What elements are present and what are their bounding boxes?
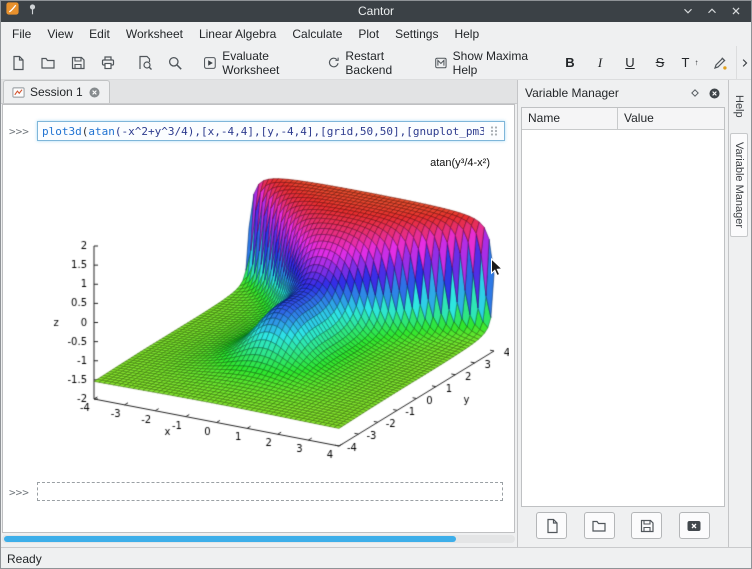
format-paint-button[interactable] bbox=[706, 49, 734, 77]
column-header-name[interactable]: Name bbox=[522, 108, 618, 129]
run-icon bbox=[203, 55, 217, 71]
tab-close-icon[interactable] bbox=[88, 86, 101, 99]
menu-file[interactable]: File bbox=[4, 23, 39, 45]
chevron-right-icon bbox=[739, 57, 751, 69]
variable-table: Name Value bbox=[521, 107, 725, 507]
search-icon bbox=[167, 55, 183, 71]
print-preview-button[interactable] bbox=[131, 49, 159, 77]
load-variables-button[interactable] bbox=[584, 512, 615, 539]
open-button[interactable] bbox=[34, 49, 62, 77]
show-maxima-help-button[interactable]: Show Maxima Help bbox=[429, 49, 547, 77]
menubar: File View Edit Worksheet Linear Algebra … bbox=[0, 22, 752, 46]
command-code[interactable]: plot3d(atan(-x^2+y^3/4),[x,-4,4],[y,-4,4… bbox=[42, 125, 484, 138]
minimize-button[interactable] bbox=[681, 4, 695, 18]
save-button[interactable] bbox=[64, 49, 92, 77]
menu-edit[interactable]: Edit bbox=[81, 23, 118, 45]
restart-icon bbox=[327, 55, 341, 71]
bold-button[interactable]: B bbox=[556, 49, 584, 77]
toolbar: Evaluate Worksheet Restart Backend Show … bbox=[0, 46, 752, 80]
variable-manager-header: Variable Manager bbox=[518, 80, 728, 106]
underline-button[interactable]: U bbox=[616, 49, 644, 77]
superscript-button[interactable]: T↑ bbox=[676, 49, 704, 77]
save-icon bbox=[70, 55, 86, 71]
menu-plot[interactable]: Plot bbox=[350, 23, 387, 45]
side-tab-variable-manager[interactable]: Variable Manager bbox=[730, 133, 748, 237]
side-tab-strip: Help Variable Manager bbox=[728, 80, 752, 547]
pin-icon[interactable] bbox=[26, 2, 39, 21]
menu-help[interactable]: Help bbox=[446, 23, 487, 45]
evaluate-worksheet-label: Evaluate Worksheet bbox=[222, 49, 314, 77]
format-paint-icon bbox=[712, 55, 728, 71]
column-header-value[interactable]: Value bbox=[618, 108, 660, 129]
italic-button[interactable]: I bbox=[586, 49, 614, 77]
restart-backend-label: Restart Backend bbox=[345, 49, 421, 77]
menu-view[interactable]: View bbox=[39, 23, 81, 45]
variable-manager-panel: Variable Manager Name Value bbox=[517, 80, 728, 547]
side-tab-help[interactable]: Help bbox=[730, 86, 748, 127]
variable-manager-toolbar bbox=[518, 512, 728, 540]
new-worksheet-button[interactable] bbox=[4, 49, 32, 77]
save-icon bbox=[639, 518, 655, 534]
show-maxima-help-label: Show Maxima Help bbox=[453, 49, 542, 77]
command-entry[interactable]: plot3d(atan(-x^2+y^3/4),[x,-4,4],[y,-4,4… bbox=[37, 121, 505, 141]
maxima-help-icon bbox=[434, 55, 448, 71]
next-command-prompt: >>> bbox=[9, 486, 29, 499]
clear-icon bbox=[686, 518, 702, 534]
restart-backend-button[interactable]: Restart Backend bbox=[322, 49, 427, 77]
detach-panel-icon[interactable] bbox=[689, 87, 701, 99]
menu-worksheet[interactable]: Worksheet bbox=[118, 23, 191, 45]
mouse-cursor bbox=[490, 258, 504, 283]
folder-icon bbox=[591, 518, 607, 534]
clear-variables-button[interactable] bbox=[679, 512, 710, 539]
save-variables-button[interactable] bbox=[631, 512, 662, 539]
worksheet-pane: Session 1 >>> plot3d(atan(-x^2+y^3/4),[x… bbox=[0, 80, 517, 547]
empty-command-entry[interactable] bbox=[37, 482, 503, 501]
superscript-arrow: ↑ bbox=[694, 58, 698, 67]
close-button[interactable] bbox=[729, 4, 743, 18]
menu-settings[interactable]: Settings bbox=[387, 23, 446, 45]
code-token: plot3d bbox=[42, 125, 82, 138]
new-document-icon bbox=[544, 518, 560, 534]
statusbar: Ready bbox=[0, 547, 752, 569]
code-token: atan bbox=[88, 125, 115, 138]
printer-icon bbox=[100, 55, 116, 71]
command-prompt: >>> bbox=[9, 125, 29, 138]
status-text: Ready bbox=[7, 552, 42, 566]
evaluate-worksheet-button[interactable]: Evaluate Worksheet bbox=[198, 49, 319, 77]
menu-calculate[interactable]: Calculate bbox=[284, 23, 350, 45]
plot-canvas bbox=[39, 149, 509, 481]
code-token: (-x^2+y^3/4),[x,-4,4],[y,-4,4],[grid,50,… bbox=[115, 125, 484, 138]
strikethrough-button[interactable]: S bbox=[646, 49, 674, 77]
new-document-icon bbox=[10, 55, 26, 71]
app-icon[interactable] bbox=[5, 1, 20, 21]
print-preview-icon bbox=[137, 55, 153, 71]
window-title: Cantor bbox=[0, 4, 752, 18]
plot-title: atan(y³/4-x²) bbox=[430, 157, 490, 169]
tab-session-label: Session 1 bbox=[30, 85, 83, 99]
entry-options-icon[interactable] bbox=[488, 125, 500, 137]
worksheet: >>> plot3d(atan(-x^2+y^3/4),[x,-4,4],[y,… bbox=[2, 104, 515, 533]
new-variable-button[interactable] bbox=[536, 512, 567, 539]
print-button[interactable] bbox=[94, 49, 122, 77]
session-tabbar: Session 1 bbox=[0, 80, 517, 104]
folder-icon bbox=[40, 55, 56, 71]
toolbar-overflow-button[interactable] bbox=[736, 46, 752, 79]
horizontal-scrollbar[interactable] bbox=[2, 535, 515, 543]
maximize-button[interactable] bbox=[705, 4, 719, 18]
horizontal-scrollbar-thumb[interactable] bbox=[4, 536, 456, 542]
close-panel-icon[interactable] bbox=[708, 87, 721, 100]
session-icon bbox=[12, 86, 25, 99]
variable-manager-title: Variable Manager bbox=[525, 86, 682, 100]
find-button[interactable] bbox=[161, 49, 189, 77]
titlebar: Cantor bbox=[0, 0, 752, 22]
menu-linear-algebra[interactable]: Linear Algebra bbox=[191, 23, 284, 45]
tab-session-1[interactable]: Session 1 bbox=[3, 80, 110, 103]
